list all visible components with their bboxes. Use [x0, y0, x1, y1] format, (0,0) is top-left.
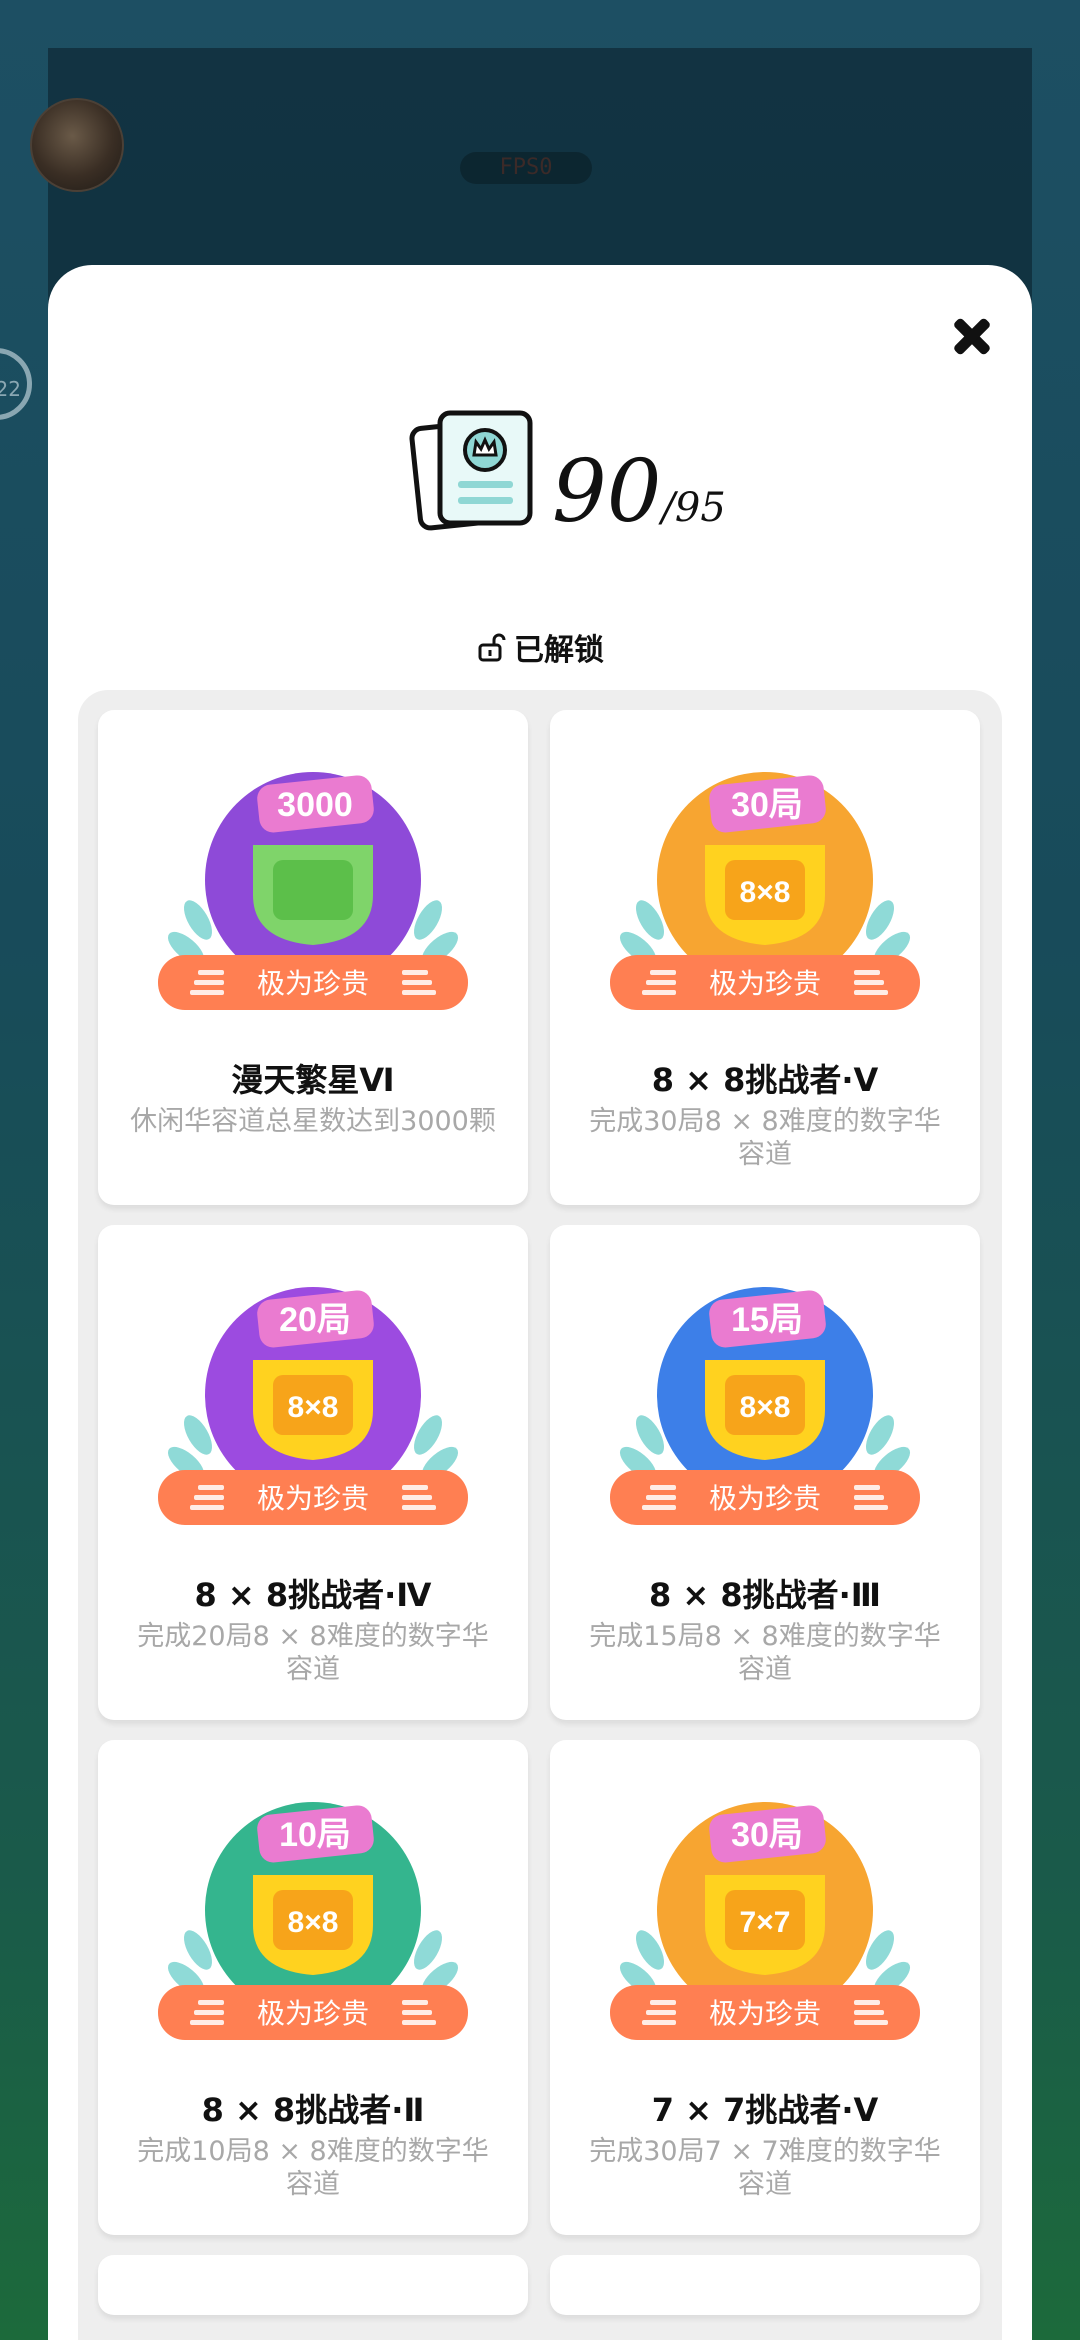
achievement-card-icon	[409, 410, 533, 531]
side-indicator: 22	[0, 348, 32, 420]
achievement-description: 完成10局8 × 8难度的数字华容道	[137, 2136, 489, 2200]
svg-text:极为珍贵: 极为珍贵	[709, 1483, 821, 1514]
achievement-grid-container: 3000 极为珍贵 漫天繁星Ⅵ 休闲华容道总星数达到3000颗 30局 8×8 …	[78, 690, 1002, 2340]
svg-text:7×7: 7×7	[740, 1906, 791, 1939]
achievement-title: 7 × 7挑战者·Ⅴ	[651, 2091, 879, 2129]
achievement-title: 8 × 8挑战者·Ⅴ	[651, 1061, 879, 1099]
avatar[interactable]	[30, 98, 124, 192]
achievement-badge-icon: 3000 极为珍贵	[158, 772, 468, 1010]
achievement-badge-icon: 30局 8×8 极为珍贵	[610, 772, 920, 1010]
svg-text:10局: 10局	[279, 1816, 351, 1854]
svg-text:极为珍贵: 极为珍贵	[257, 1483, 369, 1514]
achievement-card[interactable]: 20局 8×8 极为珍贵 8 × 8挑战者·Ⅳ 完成20局8 × 8难度的数字华…	[98, 1225, 528, 1720]
svg-text:8×8: 8×8	[740, 876, 791, 909]
achievement-card-partial[interactable]	[550, 2255, 980, 2315]
svg-text:极为珍贵: 极为珍贵	[709, 1998, 821, 2029]
svg-text:3000: 3000	[277, 786, 353, 824]
achievement-card[interactable]: 15局 8×8 极为珍贵 8 × 8挑战者·Ⅲ 完成15局8 × 8难度的数字华…	[550, 1225, 980, 1720]
achievement-card[interactable]: 30局 8×8 极为珍贵 8 × 8挑战者·Ⅴ 完成30局8 × 8难度的数字华…	[550, 710, 980, 1205]
total-count: /95	[661, 485, 726, 531]
unlocked-count: 90	[552, 442, 662, 542]
achievement-title: 8 × 8挑战者·Ⅲ	[648, 1576, 882, 1614]
achievement-description: 完成30局8 × 8难度的数字华容道	[589, 1106, 941, 1170]
achievement-card-partial[interactable]	[98, 2255, 528, 2315]
unlock-icon	[478, 633, 506, 662]
fps-counter: FPS0	[460, 152, 592, 184]
svg-text:8×8: 8×8	[288, 1906, 339, 1939]
achievement-title: 8 × 8挑战者·Ⅱ	[201, 2091, 425, 2129]
achievement-badge-icon: 30局 7×7 极为珍贵	[610, 1802, 920, 2040]
svg-text:极为珍贵: 极为珍贵	[257, 968, 369, 999]
svg-text:极为珍贵: 极为珍贵	[709, 968, 821, 999]
section-label: 已解锁	[514, 633, 604, 668]
achievement-counter: 90 /95	[408, 405, 726, 535]
unlocked-section-header: 已解锁	[48, 625, 1032, 669]
achievement-title: 8 × 8挑战者·Ⅳ	[194, 1576, 432, 1614]
achievement-grid: 3000 极为珍贵 漫天繁星Ⅵ 休闲华容道总星数达到3000颗 30局 8×8 …	[98, 710, 982, 2315]
svg-text:30局: 30局	[731, 786, 803, 824]
achievement-description: 完成15局8 × 8难度的数字华容道	[589, 1621, 941, 1685]
svg-text:20局: 20局	[279, 1301, 351, 1339]
achievement-description: 完成20局8 × 8难度的数字华容道	[137, 1621, 489, 1685]
achievement-description: 完成30局7 × 7难度的数字华容道	[589, 2136, 941, 2200]
achievements-modal: 90 /95 已解锁 3000 极为珍贵 漫天繁星Ⅵ 休闲华容道总星数达到300…	[48, 265, 1032, 2340]
svg-text:30局: 30局	[731, 1816, 803, 1854]
achievement-description: 休闲华容道总星数达到3000颗	[130, 1106, 496, 1137]
achievement-card[interactable]: 10局 8×8 极为珍贵 8 × 8挑战者·Ⅱ 完成10局8 × 8难度的数字华…	[98, 1740, 528, 2235]
svg-text:8×8: 8×8	[740, 1391, 791, 1424]
achievement-badge-icon: 10局 8×8 极为珍贵	[158, 1802, 468, 2040]
achievement-badge-icon: 20局 8×8 极为珍贵	[158, 1287, 468, 1525]
achievement-badge-icon: 15局 8×8 极为珍贵	[610, 1287, 920, 1525]
svg-text:8×8: 8×8	[288, 1391, 339, 1424]
achievement-card[interactable]: 3000 极为珍贵 漫天繁星Ⅵ 休闲华容道总星数达到3000颗	[98, 710, 528, 1205]
achievement-card[interactable]: 30局 7×7 极为珍贵 7 × 7挑战者·Ⅴ 完成30局7 × 7难度的数字华…	[550, 1740, 980, 2235]
svg-text:15局: 15局	[731, 1301, 803, 1339]
achievement-title: 漫天繁星Ⅵ	[231, 1061, 395, 1099]
close-icon[interactable]	[946, 311, 998, 363]
svg-text:极为珍贵: 极为珍贵	[257, 1998, 369, 2029]
